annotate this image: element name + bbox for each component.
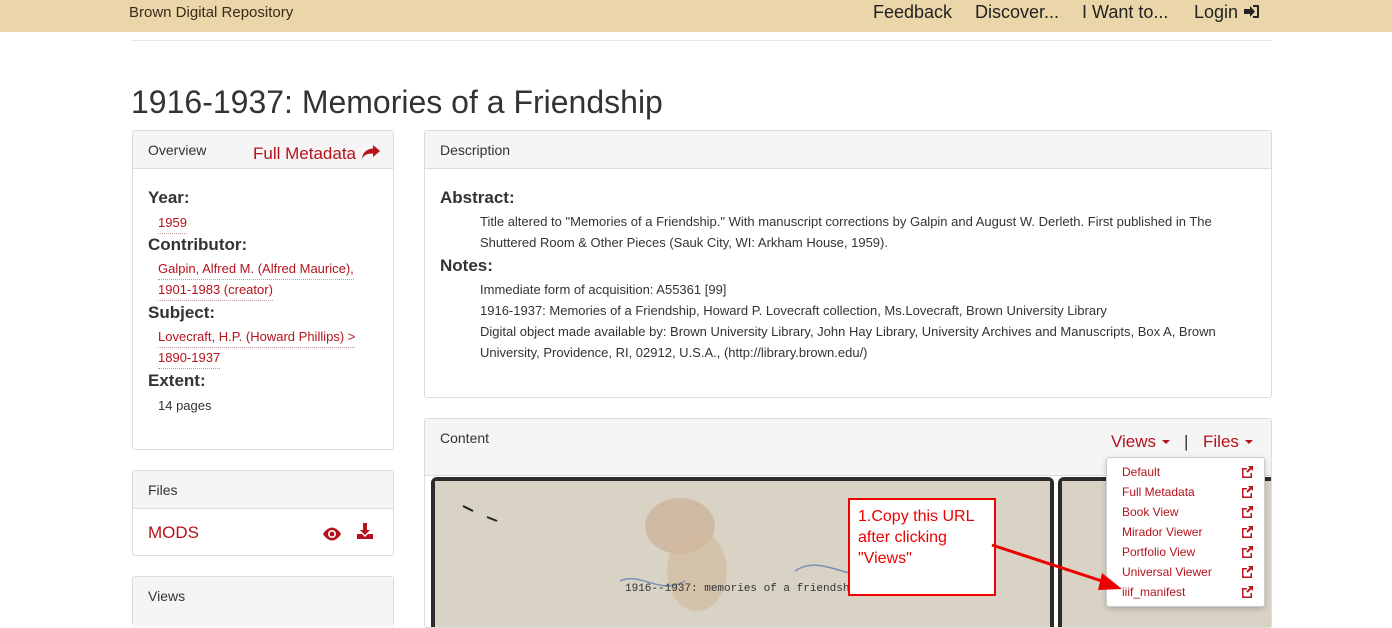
annotation-line-2: after clicking — [858, 529, 947, 546]
overview-panel: Overview Full Metadata Year: 1959 Contri… — [132, 130, 394, 450]
external-link-icon — [1242, 566, 1253, 578]
login-icon — [1244, 5, 1260, 18]
caret-down-icon — [1161, 440, 1170, 444]
abstract-text-cont: Shuttered Room & Other Pieces (Sauk City… — [480, 235, 888, 250]
files-dropdown-toggle[interactable]: Files — [1203, 432, 1254, 452]
contributor-link[interactable]: Galpin, Alfred M. (Alfred Maurice), — [158, 258, 354, 280]
menu-item-label: Mirador Viewer — [1122, 525, 1203, 539]
overview-heading: Overview — [148, 142, 207, 158]
login-label: Login — [1194, 2, 1239, 22]
eye-icon[interactable] — [322, 527, 342, 541]
caret-down-icon — [1244, 440, 1253, 444]
overview-header: Overview Full Metadata — [133, 131, 393, 169]
menu-item-label: Default — [1122, 465, 1161, 479]
nav-login[interactable]: Login — [1194, 2, 1260, 23]
description-panel: Description Abstract: Title altered to "… — [424, 130, 1272, 398]
views-toggle-label: Views — [1111, 432, 1157, 451]
annotation-arrow — [991, 543, 1122, 590]
year-value[interactable]: 1959 — [158, 212, 187, 234]
views-header: Views — [133, 577, 393, 627]
extent-value: 14 pages — [158, 398, 212, 413]
page-title: 1916-1937: Memories of a Friendship — [131, 84, 663, 120]
files-panel: Files MODS — [132, 470, 394, 556]
files-toggle-label: Files — [1203, 432, 1239, 451]
toggle-separator: | — [1184, 432, 1189, 451]
year-label: Year: — [148, 188, 190, 207]
typed-text: 1916--1937: memories of a friendship. — [625, 583, 869, 595]
full-metadata-label: Full Metadata — [253, 144, 356, 163]
files-header: Files — [133, 471, 393, 509]
views-dropdown-toggle[interactable]: Views — [1111, 432, 1171, 452]
abstract-label: Abstract: — [440, 188, 515, 207]
external-link-icon — [1242, 526, 1253, 538]
content-heading: Content — [440, 430, 490, 446]
files-heading: Files — [148, 482, 178, 498]
menu-item-label: Universal Viewer — [1122, 565, 1212, 579]
description-header: Description — [425, 131, 1271, 169]
note-availability: Digital object made available by: Brown … — [480, 324, 1216, 339]
contributor-label: Contributor: — [148, 235, 248, 254]
subject-link[interactable]: Lovecraft, H.P. (Howard Phillips) > — [158, 326, 356, 348]
external-link-icon — [1242, 486, 1253, 498]
brand-link[interactable]: Brown Digital Repository — [129, 4, 293, 21]
full-metadata-link[interactable]: Full Metadata — [253, 144, 381, 164]
annotation-callout: 1.Copy this URL after clicking "Views" — [848, 498, 996, 596]
notes-label: Notes: — [440, 256, 493, 275]
header-divider — [131, 40, 1272, 41]
nav-i-want-to[interactable]: I Want to... — [1082, 2, 1168, 23]
external-link-icon — [1242, 466, 1253, 478]
subject-label: Subject: — [148, 303, 216, 322]
annotation-line-3: "Views" — [858, 550, 912, 567]
nav-discover[interactable]: Discover... — [975, 2, 1059, 23]
external-link-icon — [1242, 546, 1253, 558]
download-icon[interactable] — [356, 522, 374, 540]
top-navbar: Brown Digital Repository Feedback Discov… — [0, 0, 1392, 32]
note-availability-cont: University, Providence, RI, 02912, U.S.A… — [480, 345, 868, 360]
external-link-icon — [1242, 506, 1253, 518]
views-panel: Views — [132, 576, 394, 627]
annotation-line-1: 1.Copy this URL — [858, 508, 975, 525]
menu-item-label: Full Metadata — [1122, 485, 1195, 499]
extent-label: Extent: — [148, 371, 206, 390]
menu-item-label: Book View — [1122, 505, 1179, 519]
menu-item-label: iiif_manifest — [1122, 585, 1186, 599]
description-heading: Description — [440, 142, 511, 158]
contributor-link-cont[interactable]: 1901-1983 (creator) — [158, 279, 273, 301]
views-heading: Views — [148, 588, 186, 604]
note-collection: 1916-1937: Memories of a Friendship, How… — [480, 303, 1107, 318]
share-arrow-icon — [361, 145, 380, 159]
nav-feedback[interactable]: Feedback — [873, 2, 952, 23]
subject-link-cont[interactable]: 1890-1937 — [158, 347, 221, 369]
external-link-icon — [1242, 586, 1253, 598]
menu-item-label: Portfolio View — [1122, 545, 1196, 559]
mods-link[interactable]: MODS — [148, 523, 199, 543]
note-acquisition: Immediate form of acquisition: A55361 [9… — [480, 282, 727, 297]
abstract-text: Title altered to "Memories of a Friendsh… — [480, 214, 1212, 229]
